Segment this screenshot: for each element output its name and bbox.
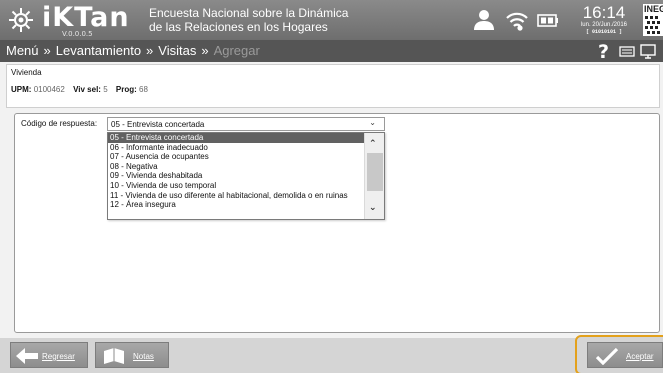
breadcrumb-separator: »: [43, 43, 51, 58]
clock-code: [ 01010101 ]: [585, 29, 622, 35]
nav-bar: Menú » Levantamiento » Visitas » Agregar ?: [0, 40, 663, 63]
dropdown-option[interactable]: 06 - Informante inadecuado: [108, 143, 384, 153]
clock: 16:14 lun. 20/Jun./2016 [ 01010101 ]: [568, 4, 640, 36]
breadcrumb-separator: »: [146, 43, 154, 58]
dropdown-option[interactable]: 07 - Ausencia de ocupantes: [108, 152, 384, 162]
inegi-logo: INEGI: [643, 4, 663, 36]
iktan-logo: iKTan V.0.0.0.5: [8, 2, 130, 38]
notes-button-label: Notas: [133, 352, 154, 361]
dropdown-option[interactable]: 05 - Entrevista concertada: [108, 133, 384, 143]
dropdown-option[interactable]: 11 - Vivienda de uso diferente al habita…: [108, 191, 384, 201]
battery-icon: [537, 14, 558, 27]
dropdown-option[interactable]: 09 - Vivienda deshabitada: [108, 171, 384, 181]
breadcrumb: Menú » Levantamiento » Visitas » Agregar: [6, 43, 260, 58]
prog-value: 68: [139, 85, 148, 94]
user-icon: [474, 10, 494, 30]
header-bar: iKTan V.0.0.0.5 Encuesta Nacional sobre …: [0, 0, 663, 40]
survey-title-line2: de las Relaciones en los Hogares: [149, 20, 328, 34]
wifi-icon: [506, 12, 528, 27]
prog-label: Prog:: [115, 85, 137, 94]
response-code-label: Código de respuesta:: [21, 119, 98, 128]
response-code-dropdown: 05 - Entrevista concertada 06 - Informan…: [107, 132, 385, 220]
app-version: V.0.0.0.5: [62, 30, 93, 38]
vivienda-heading: Vivienda: [11, 68, 42, 77]
dropdown-option[interactable]: 08 - Negativa: [108, 162, 384, 172]
help-icon[interactable]: ?: [598, 41, 609, 63]
action-bar: Regresar Notas: [0, 338, 663, 373]
nav-icons: ?: [596, 41, 662, 63]
form-panel: Código de respuesta: 05 - Entrevista con…: [14, 113, 660, 333]
breadcrumb-menu[interactable]: Menú: [6, 43, 39, 58]
gear-logo-icon: [9, 8, 33, 32]
scroll-up-icon[interactable]: ⌃: [369, 139, 377, 149]
vivienda-info: UPM: 0100462 Viv sel: 5 Prog: 68: [11, 85, 154, 94]
inegi-logo-text: INEGI: [644, 4, 663, 14]
svg-text:?: ?: [598, 41, 609, 61]
clock-time: 16:14: [582, 3, 626, 22]
accept-button-focus: Aceptar: [575, 335, 663, 373]
viv-sel-label: Viv sel:: [73, 85, 101, 94]
display-icon[interactable]: [640, 44, 656, 59]
upm-label: UPM:: [11, 85, 32, 94]
breadcrumb-visitas[interactable]: Visitas: [158, 43, 196, 58]
dropdown-option[interactable]: 12 - Área insegura: [108, 200, 384, 210]
wifi-lock-dot: [517, 25, 523, 31]
response-code-selected: 05 - Entrevista concertada: [111, 120, 205, 129]
keyboard-icon[interactable]: [619, 46, 635, 57]
clock-date: lun. 20/Jun./2016: [580, 22, 628, 28]
survey-title-line1: Encuesta Nacional sobre la Dinámica: [149, 6, 349, 20]
breadcrumb-agregar: Agregar: [213, 43, 260, 58]
survey-title: Encuesta Nacional sobre la Dinámica de l…: [149, 6, 348, 34]
back-button-label: Regresar: [42, 352, 75, 361]
breadcrumb-separator: »: [201, 43, 209, 58]
dropdown-option[interactable]: 10 - Vivienda de uso temporal: [108, 181, 384, 191]
accept-button[interactable]: Aceptar: [587, 342, 663, 368]
logo-wordmark: iKTan: [42, 2, 130, 33]
response-code-select[interactable]: 05 - Entrevista concertada ⌄: [107, 117, 385, 131]
status-icons: [472, 8, 562, 32]
scroll-down-icon[interactable]: ⌄: [369, 203, 377, 213]
back-button[interactable]: Regresar: [10, 342, 88, 368]
notes-button[interactable]: Notas: [95, 342, 169, 368]
breadcrumb-levantamiento[interactable]: Levantamiento: [56, 43, 141, 58]
dropdown-scrollbar[interactable]: ⌃ ⌄: [364, 133, 384, 219]
inegi-grid-icon: [645, 16, 660, 34]
viv-sel-value: 5: [103, 85, 108, 94]
accept-button-label: Aceptar: [626, 352, 654, 361]
notebook-icon: [104, 348, 124, 364]
checkmark-icon: [596, 347, 618, 365]
arrow-left-icon: [16, 348, 38, 364]
scrollbar-thumb[interactable]: [367, 153, 383, 191]
upm-value: 0100462: [33, 85, 65, 94]
vivienda-panel: Vivienda UPM: 0100462 Viv sel: 5 Prog: 6…: [6, 64, 660, 108]
app-window: iKTan V.0.0.0.5 Encuesta Nacional sobre …: [0, 0, 663, 373]
chevron-down-icon[interactable]: ⌄: [369, 118, 376, 127]
